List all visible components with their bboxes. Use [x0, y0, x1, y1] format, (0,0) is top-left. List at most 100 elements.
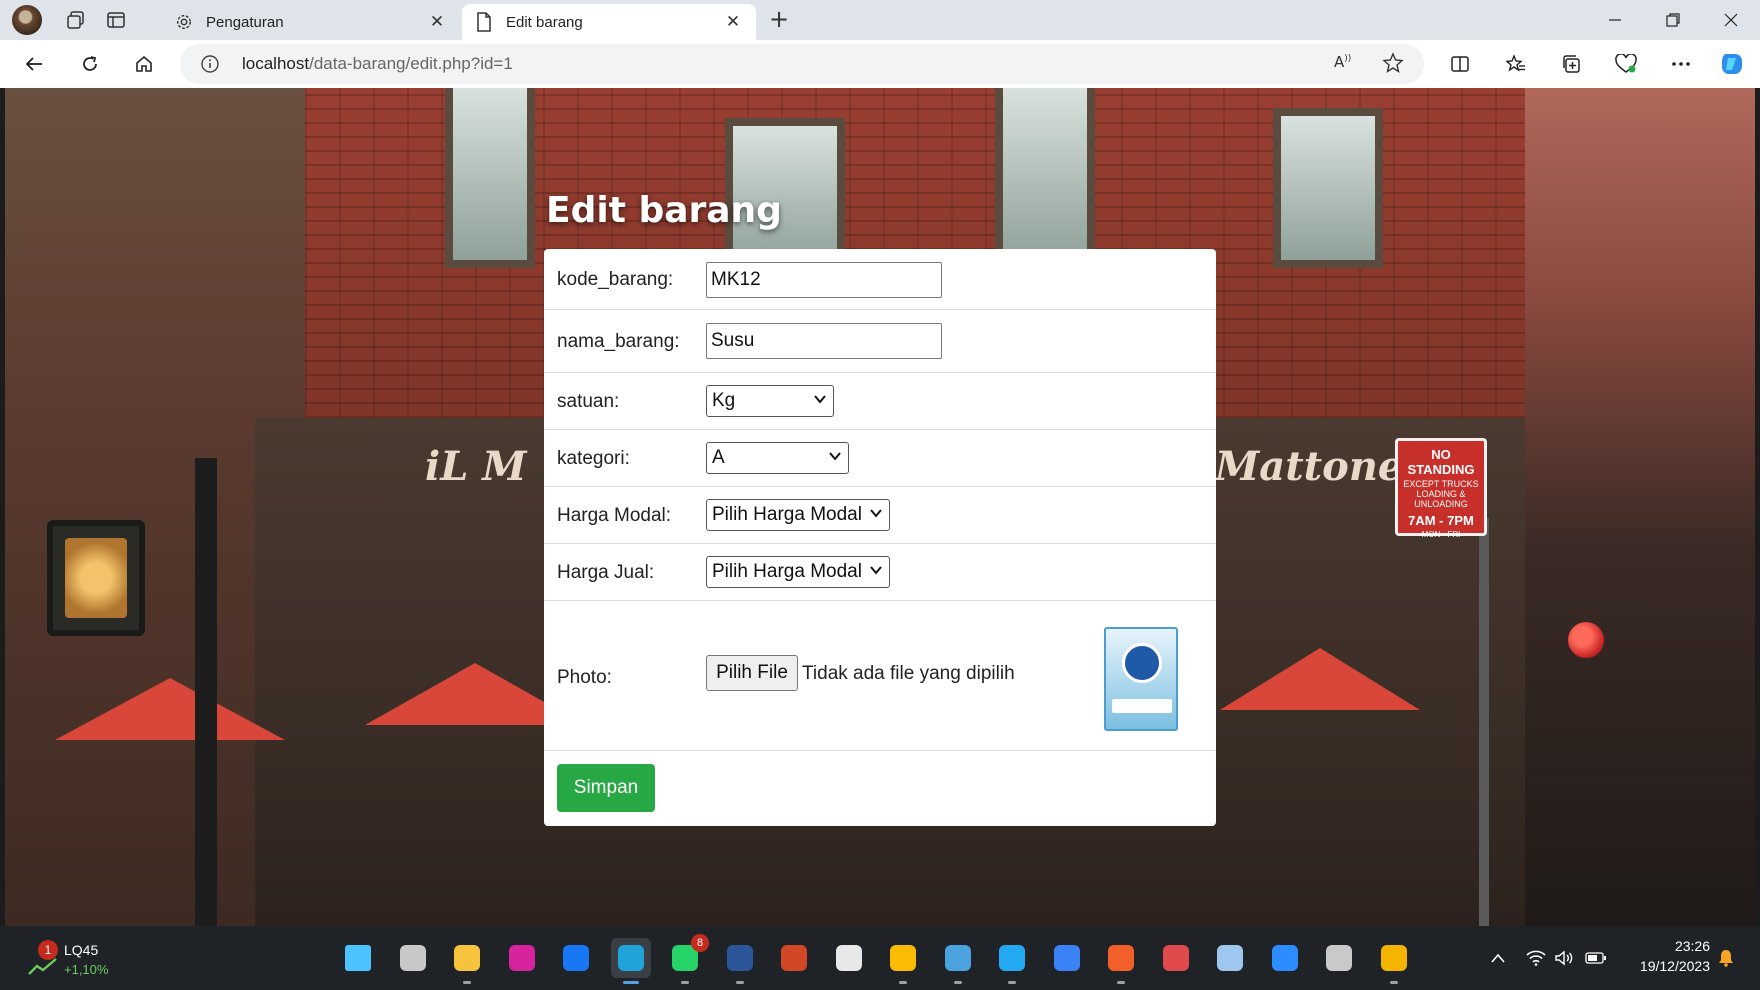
tab-title: Edit barang — [506, 13, 583, 31]
workspaces-icon[interactable] — [62, 6, 90, 34]
taskbar-app-vscode[interactable] — [992, 938, 1032, 984]
stock-change: +1,10% — [64, 962, 109, 977]
row-harga-jual: Harga Jual: Pilih Harga Modal — [544, 544, 1216, 601]
running-indicator — [463, 981, 471, 984]
chevron-down-icon — [870, 566, 882, 575]
vertical-tabs-icon[interactable] — [102, 6, 130, 34]
taskbar-app-task-view[interactable] — [393, 938, 433, 978]
taskbar-app-git[interactable] — [1156, 938, 1196, 978]
taskbar-app-store[interactable] — [829, 938, 869, 978]
stock-name: LQ45 — [64, 942, 99, 958]
battery-icon[interactable] — [1584, 946, 1608, 970]
kode-barang-input[interactable] — [706, 262, 942, 298]
tab-edit-barang[interactable]: Edit barang ✕ — [462, 4, 756, 40]
taskbar-app-zoom[interactable] — [1265, 938, 1305, 978]
taskbar-app-whatsapp[interactable]: 8 — [665, 934, 709, 984]
chevron-down-icon — [829, 452, 841, 461]
taskbar-app-file-explorer[interactable] — [447, 938, 487, 984]
clock[interactable]: 23:26 19/12/2023 — [1626, 938, 1710, 974]
harga-modal-select[interactable]: Pilih Harga Modal — [706, 499, 890, 531]
taskbar-app-instagram[interactable] — [502, 938, 542, 978]
taskbar-app-powerpoint[interactable] — [774, 938, 814, 978]
background-window — [995, 88, 1095, 268]
stock-badge: 1 — [38, 940, 58, 960]
sign-line: EXCEPT TRUCKS LOADING & UNLOADING — [1403, 479, 1479, 509]
restore-button[interactable] — [1650, 6, 1696, 34]
gear-icon — [174, 12, 194, 32]
taskbar-app-chrome[interactable] — [883, 938, 923, 984]
save-button[interactable]: Simpan — [557, 764, 655, 812]
instagram-icon — [509, 945, 535, 971]
clock-date: 19/12/2023 — [1639, 958, 1710, 974]
copilot-icon[interactable] — [1716, 49, 1748, 79]
favorites-icon[interactable] — [1500, 49, 1532, 79]
taskbar-app-app-a[interactable] — [1047, 938, 1087, 978]
facebook-icon — [563, 945, 589, 971]
row-harga-modal: Harga Modal: Pilih Harga Modal — [544, 487, 1216, 544]
wifi-icon[interactable] — [1524, 946, 1548, 970]
nama-barang-label: nama_barang: — [557, 331, 680, 352]
harga-jual-select[interactable]: Pilih Harga Modal — [706, 556, 890, 588]
notification-bell-icon[interactable] — [1714, 946, 1738, 970]
chevron-up-icon[interactable] — [1486, 946, 1510, 970]
file-status-text: Tidak ada file yang dipilih — [802, 663, 1015, 684]
edit-form: kode_barang: nama_barang: satuan: Kg kat… — [544, 249, 1216, 826]
taskbar-app-cube[interactable] — [1210, 938, 1250, 978]
nama-barang-input[interactable] — [706, 323, 942, 359]
taskbar-app-word[interactable] — [720, 938, 760, 984]
running-indicator — [736, 981, 744, 984]
close-window-button[interactable] — [1708, 6, 1754, 34]
collections-icon[interactable] — [1555, 49, 1587, 79]
taskbar-app-obs[interactable] — [1319, 938, 1359, 978]
minimize-button[interactable] — [1592, 6, 1638, 34]
close-icon[interactable]: ✕ — [426, 11, 448, 33]
read-aloud-icon[interactable]: A)) — [1334, 53, 1358, 75]
profile-avatar[interactable] — [12, 5, 42, 35]
tab-pengaturan[interactable]: Pengaturan ✕ — [162, 4, 460, 40]
taskbar-app-paint[interactable] — [1101, 938, 1141, 984]
refresh-button[interactable] — [74, 49, 106, 79]
diamond-app-icon — [1381, 945, 1407, 971]
background-window — [1273, 108, 1383, 268]
navigation-bar: localhost/data-barang/edit.php?id=1 A)) — [0, 40, 1760, 88]
url-path: /data-barang/edit.php?id=1 — [309, 54, 513, 73]
row-nama-barang: nama_barang: — [544, 310, 1216, 373]
alarm-bell — [1568, 622, 1604, 658]
kategori-selected: A — [712, 447, 725, 468]
stock-widget[interactable]: 1 LQ45 +1,10% — [24, 940, 124, 980]
address-bar[interactable]: localhost/data-barang/edit.php?id=1 A)) — [180, 44, 1424, 84]
cloud-icon — [945, 945, 971, 971]
home-button[interactable] — [128, 49, 160, 79]
back-button[interactable] — [18, 49, 50, 79]
kode-barang-label: kode_barang: — [557, 269, 674, 290]
volume-icon[interactable] — [1552, 946, 1576, 970]
taskbar: 1 LQ45 +1,10% 8 23:26 19/12/2023 — [0, 926, 1760, 990]
cube-icon — [1217, 945, 1243, 971]
split-screen-icon[interactable] — [1444, 49, 1476, 79]
chevron-down-icon — [814, 395, 826, 404]
sign-line: MON - FRI — [1421, 530, 1461, 539]
taskbar-app-edge[interactable] — [611, 938, 651, 984]
taskbar-app-diamond-app[interactable] — [1374, 938, 1414, 984]
taskbar-app-facebook[interactable] — [556, 938, 596, 978]
harga-jual-selected: Pilih Harga Modal — [712, 561, 862, 582]
info-icon[interactable] — [200, 54, 220, 74]
taskbar-app-start[interactable] — [338, 938, 378, 978]
running-indicator — [899, 981, 907, 984]
new-tab-button[interactable]: + — [766, 7, 792, 33]
vscode-icon — [999, 945, 1025, 971]
harga-jual-label: Harga Jual: — [557, 562, 655, 583]
favorite-star-icon[interactable] — [1382, 52, 1406, 76]
sign-line: 7AM - 7PM — [1408, 513, 1474, 528]
kategori-select[interactable]: A — [706, 442, 849, 474]
paint-icon — [1108, 945, 1134, 971]
row-photo: Photo: Pilih File Tidak ada file yang di… — [544, 601, 1216, 751]
satuan-select[interactable]: Kg — [706, 385, 834, 417]
close-icon[interactable]: ✕ — [722, 11, 744, 33]
browser-essentials-icon[interactable] — [1610, 49, 1642, 79]
choose-file-button[interactable]: Pilih File — [706, 655, 798, 691]
more-options-icon[interactable] — [1665, 49, 1697, 79]
running-indicator — [1117, 981, 1125, 984]
background-pole — [195, 458, 217, 926]
taskbar-app-cloud[interactable] — [938, 938, 978, 984]
